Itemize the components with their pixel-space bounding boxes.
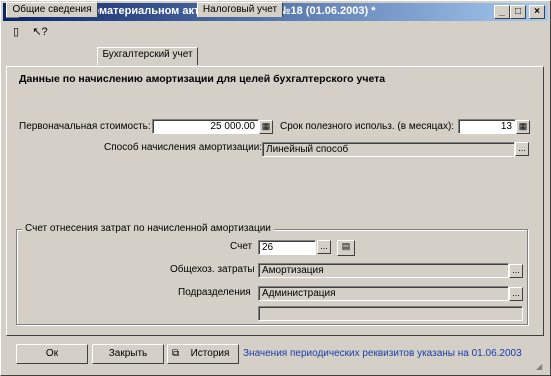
useful-life-field[interactable]: 13 [458, 119, 516, 134]
initial-cost-label: Первоначальная стоимость: [19, 121, 151, 132]
method-label: Способ начисления амортизации: [104, 142, 263, 153]
new-doc-icon[interactable]: ▯ [9, 25, 23, 39]
useful-life-label: Срок полезного использ. (в месяцах): [280, 121, 455, 132]
section-heading: Данные по начислению амортизации для цел… [19, 73, 386, 85]
expenses-select-button[interactable]: ... [509, 264, 523, 278]
account-label: Счет [230, 241, 253, 252]
initial-cost-field[interactable]: 25 000.00 [152, 119, 259, 134]
method-select-button[interactable]: ... [515, 142, 529, 156]
account-select-button[interactable]: ... [317, 240, 331, 254]
method-field[interactable]: Линейный способ [262, 142, 515, 157]
close-button[interactable]: × [529, 5, 545, 19]
status-text[interactable]: Значения периодических реквизитов указан… [243, 348, 522, 359]
calculator-icon[interactable]: ▦ [516, 120, 530, 134]
department-field[interactable]: Администрация [258, 286, 509, 301]
history-icon: ⧉ [172, 348, 180, 359]
tab-tax[interactable]: Налоговый учет [197, 2, 283, 17]
expenses-label: Общехоз. затраты [170, 264, 255, 275]
ok-button[interactable]: Ок [16, 344, 88, 364]
minimize-button[interactable]: _ [494, 5, 510, 19]
help-cursor-icon[interactable]: ↖? [31, 25, 49, 39]
cost-account-group-title: Счет отнесения затрат по начисленной амо… [22, 223, 274, 234]
extra-field[interactable] [258, 306, 523, 321]
department-select-button[interactable]: ... [509, 287, 523, 301]
history-button-label: История [190, 348, 230, 359]
department-label: Подразделения [178, 287, 251, 298]
close-form-button[interactable]: Закрыть [92, 344, 164, 364]
resize-grip-icon[interactable]: ◢ [536, 362, 548, 373]
tab-accounting[interactable]: Бухгалтерский учет [97, 47, 198, 65]
maximize-button[interactable]: □ [510, 5, 526, 19]
account-field[interactable]: 26 [258, 240, 316, 255]
chart-of-accounts-icon[interactable]: ▤ [337, 240, 355, 256]
expenses-field[interactable]: Амортизация [258, 263, 509, 278]
calculator-icon[interactable]: ▦ [259, 120, 273, 134]
tab-general[interactable]: Общие сведения [6, 2, 98, 17]
history-button[interactable]: ⧉ История [167, 344, 239, 364]
